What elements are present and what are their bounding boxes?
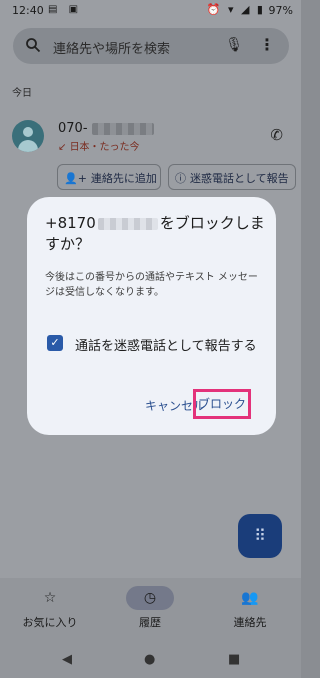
nav-history[interactable]: ◷ 履歴 [100,586,200,630]
report-spam-checkbox-row[interactable]: ✓ 通話を迷惑電話として報告する [45,333,275,354]
checkbox-checked-icon[interactable]: ✓ [47,335,63,351]
section-header-today: 今日 [12,88,32,99]
contacts-icon: 👥 [241,590,259,606]
search-icon [26,38,41,53]
block-number-dialog: +8170 をブロックしますか？ 今後はこの番号からの通話やテキスト メッセージは… [27,197,276,435]
more-options-icon[interactable]: ⋮ [259,35,275,54]
back-icon[interactable]: ◀ [62,652,72,667]
dialpad-icon: ⠿ [254,526,266,545]
report-spam-checkbox-label: 通話を迷惑電話として報告する [75,339,257,354]
star-icon: ☆ [43,590,57,606]
redacted-number [91,122,154,135]
home-icon[interactable]: ● [144,652,155,667]
battery-level: 97% [268,4,293,17]
phone-call-icon[interactable]: ✆ [270,126,283,144]
mic-icon[interactable]: 🎙 [225,37,243,53]
status-bar: 12:40 ▤ ▣ ⏰ ▾ ◢ ▮ 97% [0,0,301,22]
recents-icon[interactable]: ■ [228,652,240,667]
avatar[interactable] [12,120,44,152]
dialpad-button[interactable]: ⠿ [238,514,282,558]
status-time: 12:40 [12,4,44,17]
search-placeholder: 連絡先や場所を検索 [53,42,171,57]
block-button[interactable]: ブロック [193,389,251,419]
redacted-number [97,217,158,230]
add-person-icon: 👤+ [64,172,87,185]
dialog-title: +8170 をブロックしますか？ [45,214,265,253]
system-navigation-bar: ◀ ● ■ [0,644,301,678]
call-log-detail: ↙ 日本・たった今 [58,142,140,153]
bottom-navigation: ☆ お気に入り ◷ 履歴 👥 連絡先 [0,578,301,644]
system-status-icons: ⏰ ▾ ◢ ▮ [206,3,265,16]
report-spam-button[interactable]: ⓘ 迷惑電話として報告 [168,164,296,190]
nav-contacts[interactable]: 👥 連絡先 [200,586,300,630]
nav-favorites[interactable]: ☆ お気に入り [0,586,100,630]
notification-icons: ▤ ▣ [48,4,83,15]
call-log-number[interactable]: 070- [58,121,154,136]
add-contact-button[interactable]: 👤+ 連絡先に追加 [57,164,161,190]
clock-icon: ◷ [126,586,174,610]
dialog-message: 今後はこの番号からの通話やテキスト メッセージは受信しなくなります。 [45,272,258,298]
search-bar[interactable]: 連絡先や場所を検索 🎙 ⋮ [13,28,289,64]
missed-call-icon: ↙ [58,142,70,153]
alert-icon: ⓘ [175,172,186,185]
